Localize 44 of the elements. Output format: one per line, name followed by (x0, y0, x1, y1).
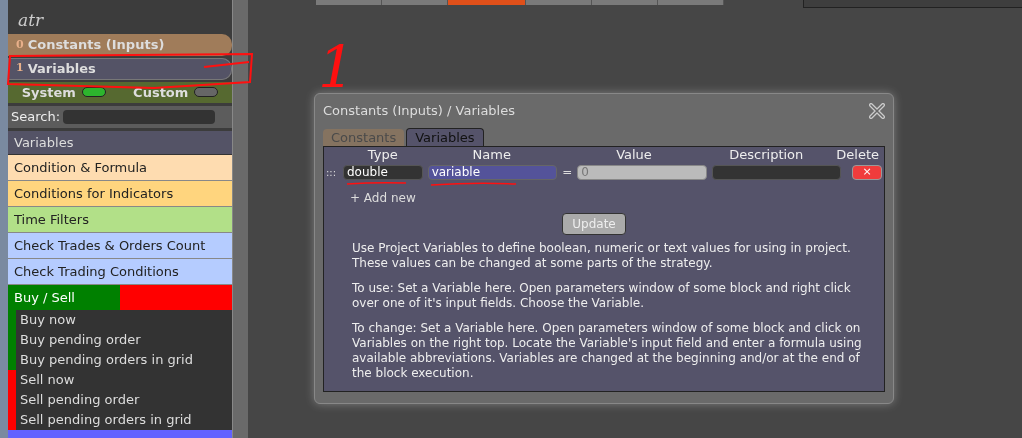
top-tab[interactable] (316, 0, 382, 5)
group-header[interactable]: Buy / Sell (8, 285, 120, 311)
column-header: Name (471, 147, 512, 163)
toggle-label: Custom (133, 83, 189, 102)
search-label: Search: (11, 108, 61, 127)
category-item[interactable]: Condition & Formula (8, 155, 232, 182)
top-tab[interactable] (592, 0, 658, 5)
toggle-switch[interactable] (194, 87, 219, 98)
top-tab[interactable] (448, 0, 526, 5)
category-item[interactable]: Time Filters (8, 207, 232, 234)
name-field[interactable]: variable (427, 164, 558, 180)
type-field[interactable]: double (342, 164, 423, 180)
column-header: Description (728, 147, 805, 163)
drag-handle[interactable]: ::: (326, 164, 338, 180)
section-label: Variables (27, 59, 96, 78)
category-header: Variables (8, 131, 232, 156)
description-field[interactable] (711, 164, 842, 180)
annotation-number: 1 (318, 38, 355, 96)
column-header: Delete (835, 147, 881, 163)
search-field[interactable] (63, 110, 216, 125)
category-item[interactable]: Check Trades & Orders Count (8, 233, 232, 260)
column-header: Value (615, 147, 653, 163)
help-paragraph: To use: Set a Variable here. Open parameters window of some block and right click over one of it's input fields. Choose the Variable. (352, 281, 852, 311)
help-paragraph: To change: Set a Variable here. Open parameters window of some block and click on Variables on the right top. Locate the Variable's input field and enter a formula using available abbreviations. Variables are changed at the beginning and/or at the end of the block execution. (352, 321, 862, 381)
window-title: Constants (Inputs) / Variables (323, 102, 515, 121)
section-item[interactable]: 1 Variables (8, 57, 232, 80)
equals-sign: = (562, 164, 573, 181)
help-paragraph: Use Project Variables to define boolean, numeric or text values for using in project. These values can be changed at some parts of the strategy. (352, 241, 852, 271)
column-header: Type (366, 147, 399, 163)
top-tab[interactable] (658, 0, 724, 5)
section-label: Constants (Inputs) (27, 36, 165, 55)
section-index: 0 (16, 36, 24, 53)
toggle-label: System (21, 83, 76, 102)
add-new-link[interactable]: + Add new (350, 189, 416, 207)
close-icon[interactable] (869, 103, 885, 119)
scrollbar[interactable] (232, 0, 248, 438)
category-item[interactable]: Check Trading Conditions (8, 259, 232, 286)
category-item[interactable]: Conditions for Indicators (8, 181, 232, 208)
sidebar-title: atr (17, 9, 45, 32)
top-tab[interactable] (382, 0, 448, 5)
toggle-switch[interactable] (81, 87, 106, 98)
delete-button[interactable]: × (852, 164, 883, 180)
section-index: 1 (16, 60, 24, 77)
top-tab[interactable] (526, 0, 592, 5)
